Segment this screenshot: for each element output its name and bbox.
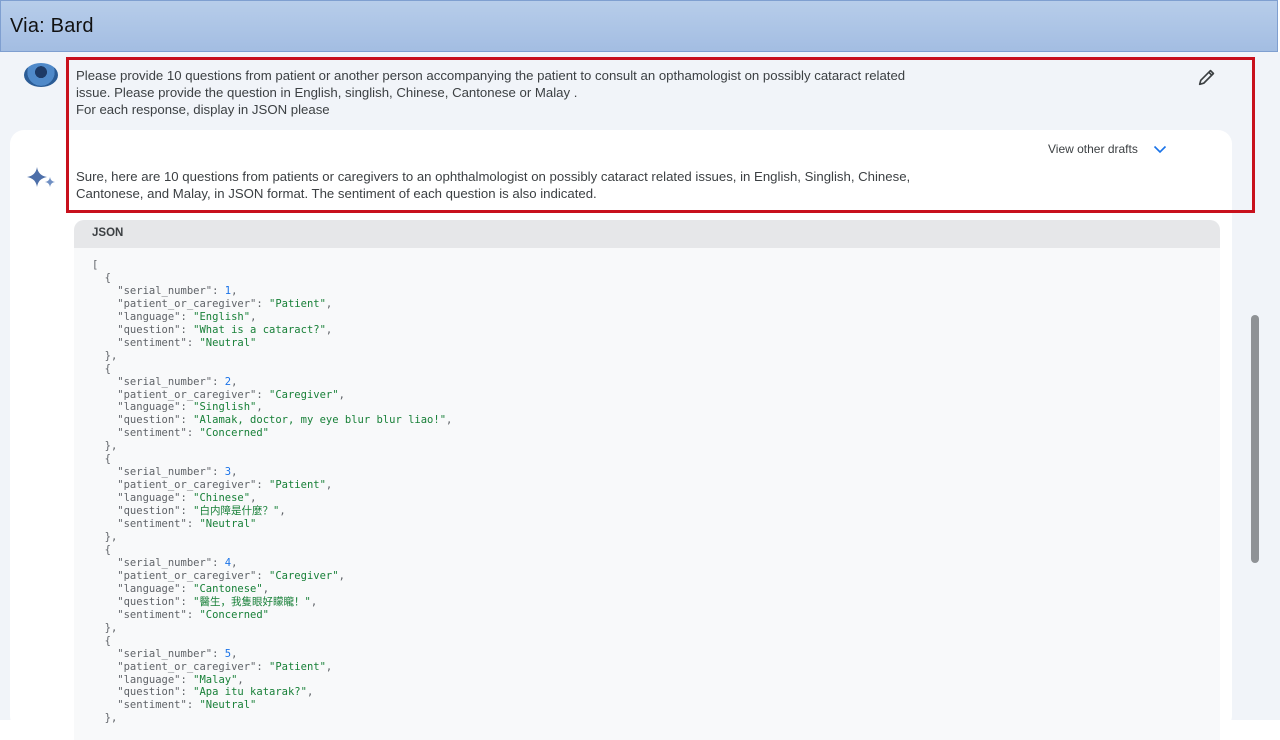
code-comma: , xyxy=(250,310,257,323)
code-value: "Neutral" xyxy=(199,336,257,349)
code-brace: }, xyxy=(92,531,118,544)
code-comma: , xyxy=(250,492,257,505)
code-key: "language": xyxy=(92,310,194,323)
code-key: "serial_number": xyxy=(92,466,225,479)
scrollbar-thumb[interactable] xyxy=(1251,315,1259,563)
code-value: "白内障是什麼？" xyxy=(193,505,280,518)
code-key: "patient_or_caregiver": xyxy=(92,569,270,582)
code-comma: , xyxy=(231,466,238,479)
code-key: "serial_number": xyxy=(92,647,225,660)
code-comma: , xyxy=(256,401,263,414)
code-value: "Caregiver" xyxy=(269,388,339,401)
code-comma: , xyxy=(446,414,453,427)
code-comma: , xyxy=(279,505,286,518)
code-key: "sentiment": xyxy=(92,427,200,440)
code-comma: , xyxy=(231,647,238,660)
code-brace: }, xyxy=(92,440,118,453)
code-value: "Malay" xyxy=(193,673,238,686)
code-brace: { xyxy=(92,362,111,375)
code-key: "question": xyxy=(92,505,194,518)
code-key: "language": xyxy=(92,673,194,686)
code-value: "Patient" xyxy=(269,297,326,310)
code-brace: }, xyxy=(92,349,118,362)
code-bracket: [ xyxy=(92,259,99,271)
code-comma: , xyxy=(338,388,345,401)
code-key: "question": xyxy=(92,323,194,336)
code-value: "Patient" xyxy=(269,660,326,673)
code-key: "sentiment": xyxy=(92,608,200,621)
sparkle-icon xyxy=(27,167,55,187)
code-comma: , xyxy=(237,673,244,686)
code-brace: }, xyxy=(92,621,118,634)
code-value: "Neutral" xyxy=(199,518,257,531)
code-key: "patient_or_caregiver": xyxy=(92,660,270,673)
code-brace: }, xyxy=(92,712,118,725)
code-brace: { xyxy=(92,634,111,647)
code-value: "Chinese" xyxy=(193,492,251,505)
window-title-bar: Via: Bard xyxy=(0,0,1278,52)
code-comma: , xyxy=(325,323,333,336)
code-key: "sentiment": xyxy=(92,518,200,531)
code-comma: , xyxy=(310,595,318,608)
chat-area: Please provide 10 questions from patient… xyxy=(0,52,1280,740)
code-value: "Alamak, doctor, my eye blur blur liao!" xyxy=(193,414,447,427)
code-value: "Concerned" xyxy=(199,427,270,440)
json-code: [ { "serial_number": 1, "patient_or_care… xyxy=(92,259,452,725)
code-key: "language": xyxy=(92,582,194,595)
code-value: "English" xyxy=(193,310,251,323)
code-comma: , xyxy=(231,284,238,297)
user-avatar xyxy=(24,63,58,87)
code-key: "patient_or_caregiver": xyxy=(92,388,270,401)
code-comma: , xyxy=(325,479,333,492)
code-value: "Apa itu katarak?" xyxy=(193,686,307,699)
code-key: "serial_number": xyxy=(92,284,225,297)
code-value: "Neutral" xyxy=(199,699,257,712)
code-key: "question": xyxy=(92,414,194,427)
highlight-box xyxy=(66,57,1255,213)
code-key: "question": xyxy=(92,686,194,699)
code-key: "sentiment": xyxy=(92,699,200,712)
code-key: "patient_or_caregiver": xyxy=(92,297,270,310)
code-language-label: JSON xyxy=(74,220,1220,248)
code-value: "醫生，我隻眼好矇矓！" xyxy=(193,595,311,608)
code-key: "serial_number": xyxy=(92,375,225,388)
code-key: "sentiment": xyxy=(92,336,200,349)
code-key: "patient_or_caregiver": xyxy=(92,479,270,492)
code-comma: , xyxy=(325,660,333,673)
code-comma: , xyxy=(231,375,238,388)
code-key: "question": xyxy=(92,595,194,608)
code-value: "Cantonese" xyxy=(193,582,263,595)
code-comma: , xyxy=(338,569,345,582)
code-value: "Concerned" xyxy=(199,608,270,621)
code-comma: , xyxy=(262,582,270,595)
code-key: "serial_number": xyxy=(92,556,225,569)
code-comma: , xyxy=(325,297,333,310)
code-comma: , xyxy=(306,686,314,699)
code-comma: , xyxy=(231,556,238,569)
code-key: "language": xyxy=(92,401,194,414)
code-brace: { xyxy=(92,543,111,556)
code-value: "Caregiver" xyxy=(269,569,339,582)
code-block: JSON [ { "serial_number": 1, "patient_or… xyxy=(74,220,1220,740)
code-value: "Patient" xyxy=(269,479,326,492)
code-brace: { xyxy=(92,453,111,466)
code-value: "Singlish" xyxy=(193,401,257,414)
code-key: "language": xyxy=(92,492,194,505)
code-brace: { xyxy=(92,271,111,284)
window-title: Via: Bard xyxy=(10,15,94,37)
code-value: "What is a cataract?" xyxy=(193,323,326,336)
